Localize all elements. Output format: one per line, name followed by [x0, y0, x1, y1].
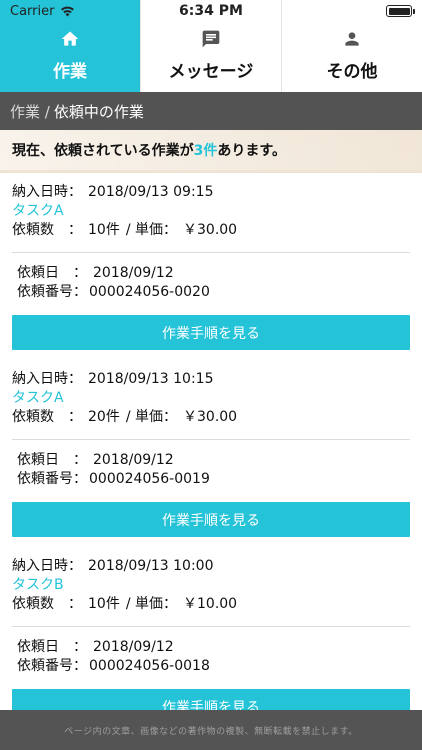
delivery-value: 2018/09/13 09:15 — [88, 184, 214, 200]
summary-count: 3件 — [193, 143, 218, 159]
breadcrumb-current: 依頼中の作業 — [53, 102, 144, 121]
unit-price-value: ￥30.00 — [183, 222, 238, 238]
summary-prefix: 現在、依頼されている作業が — [12, 143, 194, 159]
app-root: 作業 メッセージ その他 Carrier 6:34 PM 作業 / 依頼中の作業… — [0, 0, 422, 750]
home-icon — [61, 31, 79, 46]
unit-price-value: ￥30.00 — [183, 409, 238, 425]
request-number-label: 依頼番号： — [17, 658, 87, 674]
delivery-label: 納入日時： — [12, 371, 82, 387]
quantity-value: 10件 — [88, 596, 120, 612]
carrier-label: Carrier — [10, 3, 55, 19]
view-procedure-button[interactable]: 作業手順を見る — [12, 689, 410, 710]
request-number-row: 依頼番号： 000024056-0018 — [17, 657, 410, 676]
person-icon — [345, 32, 359, 46]
breadcrumb: 作業 / 依頼中の作業 — [0, 92, 422, 130]
main-content: 現在、依頼されている作業が 3件 あります。 納入日時： 2018/09/13 09:… — [0, 130, 422, 710]
tab-other-label: その他 — [326, 62, 378, 82]
summary-text: 現在、依頼されている作業が 3件 あります。 — [0, 130, 422, 170]
unit-price-label: / 単価： — [125, 409, 177, 425]
tab-work-label: 作業 — [53, 62, 87, 82]
request-number-value: 000024056-0020 — [89, 284, 210, 300]
request-date-value: 2018/09/12 — [93, 452, 174, 468]
quantity-row: 依頼数 ： 20件 / 単価： ￥30.00 — [12, 408, 410, 427]
request-date-value: 2018/09/12 — [93, 639, 174, 655]
breadcrumb-parent[interactable]: 作業 / — [10, 101, 50, 122]
quantity-value: 20件 — [88, 409, 120, 425]
request-date-value: 2018/09/12 — [93, 265, 174, 281]
divider — [12, 439, 410, 440]
divider — [12, 252, 410, 253]
task-name[interactable]: タスクA — [12, 389, 410, 408]
tab-messages-label: メッセージ — [168, 62, 254, 82]
delivery-label: 納入日時： — [12, 558, 82, 574]
task-name[interactable]: タスクB — [12, 576, 410, 595]
status-right — [386, 5, 415, 17]
request-date-label: 依頼日 ： — [17, 265, 87, 281]
message-icon — [202, 30, 220, 48]
unit-price-label: / 単価： — [125, 222, 177, 238]
task-name[interactable]: タスクA — [12, 202, 410, 221]
quantity-row: 依頼数 ： 10件 / 単価： ￥30.00 — [12, 221, 410, 240]
summary-suffix: あります。 — [217, 143, 286, 159]
copyright-footer: ページ内の文章、画像などの著作物の複製、無断転載を禁止します。 — [0, 710, 422, 750]
request-date-row: 依頼日 ： 2018/09/12 — [17, 264, 410, 283]
wifi-icon — [61, 6, 75, 17]
delivery-value: 2018/09/13 10:15 — [88, 371, 214, 387]
quantity-label: 依頼数 ： — [12, 222, 82, 238]
request-number-row: 依頼番号： 000024056-0020 — [17, 283, 410, 302]
quantity-value: 10件 — [88, 222, 120, 238]
request-number-label: 依頼番号： — [17, 284, 87, 300]
request-number-label: 依頼番号： — [17, 471, 87, 487]
request-date-row: 依頼日 ： 2018/09/12 — [17, 451, 410, 470]
delivery-row: 納入日時： 2018/09/13 09:15 — [12, 183, 410, 202]
delivery-value: 2018/09/13 10:00 — [88, 558, 214, 574]
quantity-label: 依頼数 ： — [12, 409, 82, 425]
status-left: Carrier — [10, 4, 75, 19]
unit-price-label: / 単価： — [125, 596, 177, 612]
request-number-value: 000024056-0019 — [89, 471, 210, 487]
order-card: 納入日時： 2018/09/13 09:15 タスクA 依頼数 ： 10件 / 単価：… — [0, 173, 422, 362]
quantity-row: 依頼数 ： 10件 / 単価： ￥10.00 — [12, 595, 410, 614]
status-bar: Carrier 6:34 PM — [0, 0, 422, 22]
order-card: 納入日時： 2018/09/13 10:00 タスクB 依頼数 ： 10件 / 単価：… — [0, 547, 422, 710]
view-procedure-button[interactable]: 作業手順を見る — [12, 315, 410, 350]
quantity-label: 依頼数 ： — [12, 596, 82, 612]
unit-price-value: ￥10.00 — [183, 596, 238, 612]
divider — [12, 626, 410, 627]
delivery-label: 納入日時： — [12, 184, 82, 200]
battery-icon — [386, 5, 415, 17]
request-date-label: 依頼日 ： — [17, 452, 87, 468]
request-number-row: 依頼番号： 000024056-0019 — [17, 470, 410, 489]
request-number-value: 000024056-0018 — [89, 658, 210, 674]
order-card: 納入日時： 2018/09/13 10:15 タスクA 依頼数 ： 20件 / 単価：… — [0, 360, 422, 549]
view-procedure-button[interactable]: 作業手順を見る — [12, 502, 410, 537]
delivery-row: 納入日時： 2018/09/13 10:15 — [12, 370, 410, 389]
delivery-row: 納入日時： 2018/09/13 10:00 — [12, 557, 410, 576]
request-date-row: 依頼日 ： 2018/09/12 — [17, 638, 410, 657]
request-date-label: 依頼日 ： — [17, 639, 87, 655]
